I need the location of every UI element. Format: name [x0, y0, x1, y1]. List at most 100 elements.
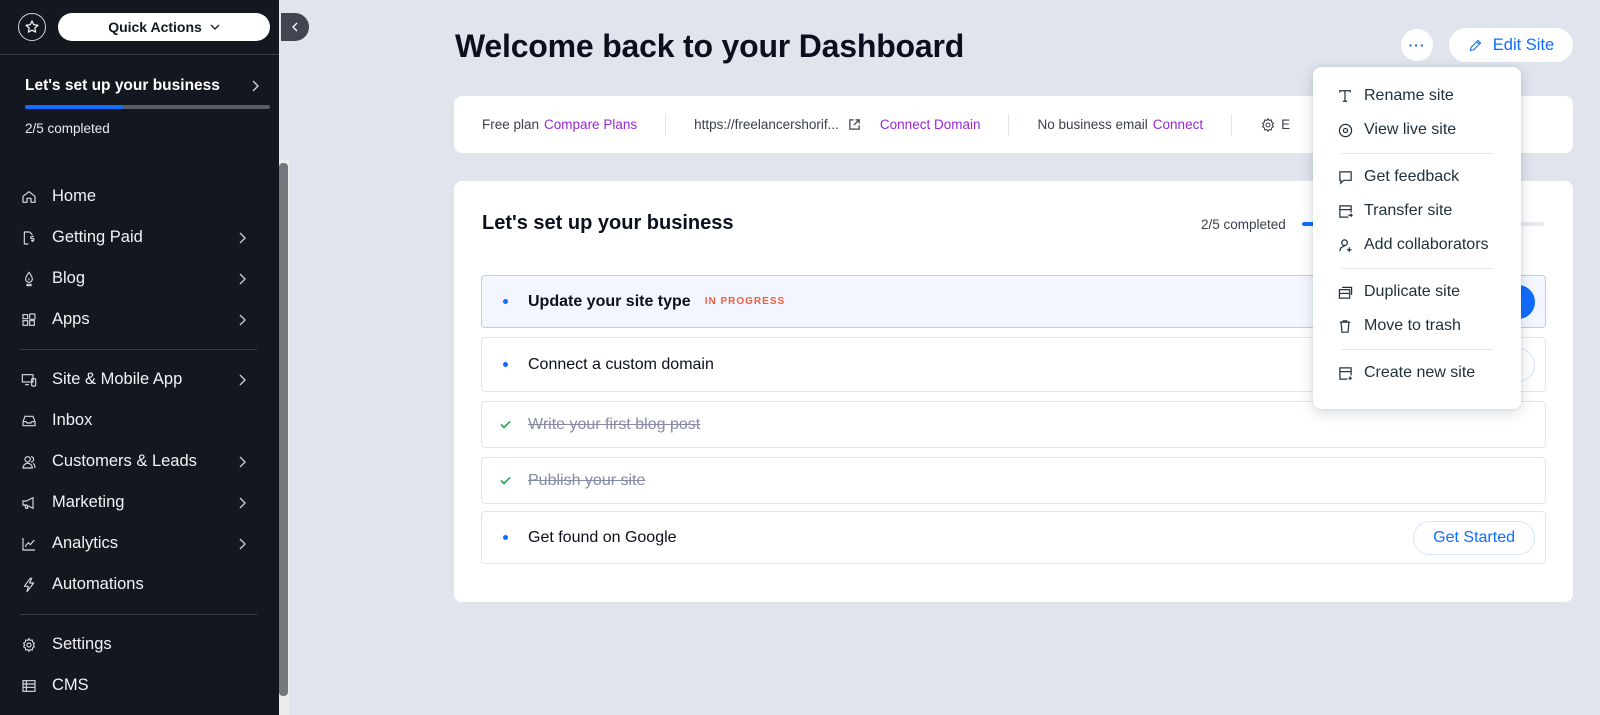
duplicate-icon	[1337, 284, 1353, 300]
settings-text: E	[1281, 117, 1291, 132]
edit-site-label: Edit Site	[1492, 35, 1555, 54]
connect-domain-link[interactable]: Connect Domain	[880, 117, 981, 132]
email-info: No business email Connect	[1037, 117, 1203, 132]
pencil-icon	[1468, 38, 1483, 53]
sidebar-setup-count: 2/5 completed	[25, 121, 110, 136]
sidebar-item-inbox[interactable]: Inbox	[0, 400, 279, 441]
gear-icon	[1260, 117, 1276, 133]
menu-item-label: Rename site	[1364, 87, 1454, 104]
setup-card-title: Let's set up your business	[482, 212, 734, 234]
menu-item-get-feedback[interactable]: Get feedback	[1313, 160, 1521, 194]
sidebar-item-apps[interactable]: Apps	[0, 299, 279, 340]
nav-divider	[20, 614, 257, 615]
task-label: Write your first blog post	[528, 415, 701, 433]
chevron-right-icon	[239, 373, 249, 387]
menu-item-rename-site[interactable]: Rename site	[1313, 79, 1521, 113]
external-link-icon[interactable]	[848, 118, 861, 131]
sidebar-item-label: Apps	[52, 310, 90, 328]
chevron-left-icon	[292, 22, 298, 32]
menu-item-view-live-site[interactable]: View live site	[1313, 113, 1521, 147]
chevron-right-icon	[239, 496, 249, 510]
site-actions-menu: Rename site View live site Get feedback Tra…	[1313, 67, 1521, 409]
setup-progress-label: 2/5 completed	[1201, 217, 1286, 232]
menu-item-label: Transfer site	[1364, 202, 1453, 219]
menu-item-label: Duplicate site	[1364, 283, 1461, 300]
quick-actions-label: Quick Actions	[108, 19, 202, 35]
plan-text: Free plan	[482, 117, 540, 132]
sidebar-item-label: Inbox	[52, 411, 93, 429]
customers-icon	[20, 453, 38, 471]
sidebar-item-marketing[interactable]: Marketing	[0, 482, 279, 523]
compare-plans-link[interactable]: Compare Plans	[544, 117, 637, 132]
sidebar-item-label: CMS	[52, 676, 89, 694]
bullet-icon	[499, 535, 511, 540]
sidebar-item-automations[interactable]: Automations	[0, 564, 279, 605]
payment-icon	[20, 229, 38, 247]
favorites-button[interactable]	[18, 13, 46, 41]
chevron-right-icon	[239, 231, 249, 245]
menu-item-move-to-trash[interactable]: Move to trash	[1313, 309, 1521, 343]
collapse-sidebar-button[interactable]	[281, 13, 309, 41]
menu-item-duplicate-site[interactable]: Duplicate site	[1313, 275, 1521, 309]
sidebar-setup-progress[interactable]: Let's set up your business 2/5 completed	[0, 55, 279, 161]
sidebar-item-label: Analytics	[52, 534, 119, 552]
sidebar-item-label: Marketing	[52, 493, 125, 511]
sidebar-item-analytics[interactable]: Analytics	[0, 523, 279, 564]
sidebar-top-bar: Quick Actions	[0, 0, 279, 55]
info-divider	[1008, 113, 1010, 136]
menu-divider	[1341, 153, 1493, 154]
sidebar-item-label: Settings	[52, 635, 112, 653]
setup-task[interactable]: Get found on Google Get Started	[481, 511, 1546, 564]
chart-icon	[20, 535, 38, 553]
comment-icon	[1337, 169, 1353, 185]
transfer-icon	[1337, 203, 1353, 219]
menu-item-create-new-site[interactable]: Create new site	[1313, 356, 1521, 390]
quick-actions-button[interactable]: Quick Actions	[58, 13, 270, 41]
more-icon: ···	[1408, 37, 1426, 53]
edit-site-button[interactable]: Edit Site	[1449, 28, 1573, 62]
sidebar-item-cms[interactable]: CMS	[0, 665, 279, 706]
sidebar-item-home[interactable]: Home	[0, 176, 279, 217]
info-divider	[665, 113, 667, 136]
menu-item-label: Add collaborators	[1364, 236, 1489, 253]
sidebar-setup-progress-fill	[25, 105, 123, 109]
sidebar-item-label: Site & Mobile App	[52, 370, 183, 388]
sidebar-item-customers-leads[interactable]: Customers & Leads	[0, 441, 279, 482]
sidebar-item-blog[interactable]: Blog	[0, 258, 279, 299]
chevron-right-icon	[252, 80, 259, 92]
sidebar-item-getting-paid[interactable]: Getting Paid	[0, 217, 279, 258]
inbox-icon	[20, 412, 38, 430]
text-icon	[1337, 88, 1353, 104]
plan-info: Free plan Compare Plans	[482, 117, 637, 132]
menu-divider	[1341, 268, 1493, 269]
get-started-button[interactable]: Get Started	[1413, 520, 1535, 555]
status-badge: IN PROGRESS	[704, 296, 786, 307]
menu-item-add-collaborators[interactable]: Add collaborators	[1313, 228, 1521, 262]
settings-info[interactable]: E	[1260, 117, 1290, 133]
eye-icon	[1337, 122, 1353, 138]
gear-icon	[20, 636, 38, 654]
devices-icon	[20, 371, 38, 389]
setup-task[interactable]: Publish your site	[481, 457, 1546, 504]
chevron-right-icon	[239, 537, 249, 551]
apps-icon	[20, 311, 38, 329]
sidebar-item-label: Getting Paid	[52, 228, 143, 246]
chevron-right-icon	[239, 455, 249, 469]
task-label: Connect a custom domain	[528, 355, 714, 373]
chevron-right-icon	[239, 313, 249, 327]
sidebar-item-settings[interactable]: Settings	[0, 624, 279, 665]
nav-divider	[20, 349, 257, 350]
menu-item-label: Create new site	[1364, 364, 1476, 381]
lightning-icon	[20, 576, 38, 594]
sidebar-setup-progress-bar	[25, 105, 270, 109]
menu-item-transfer-site[interactable]: Transfer site	[1313, 194, 1521, 228]
task-label: Update your site type	[528, 292, 691, 310]
info-divider	[1231, 113, 1233, 136]
url-info: https://freelancershorif... Connect Doma…	[694, 117, 980, 132]
sidebar-item-label: Home	[52, 187, 97, 205]
more-actions-button[interactable]: ···	[1401, 29, 1433, 61]
sidebar-scrollbar-thumb[interactable]	[279, 163, 288, 696]
sidebar-item-site-mobile-app[interactable]: Site & Mobile App	[0, 359, 279, 400]
sidebar-item-label: Automations	[52, 575, 144, 593]
connect-email-link[interactable]: Connect	[1153, 117, 1203, 132]
